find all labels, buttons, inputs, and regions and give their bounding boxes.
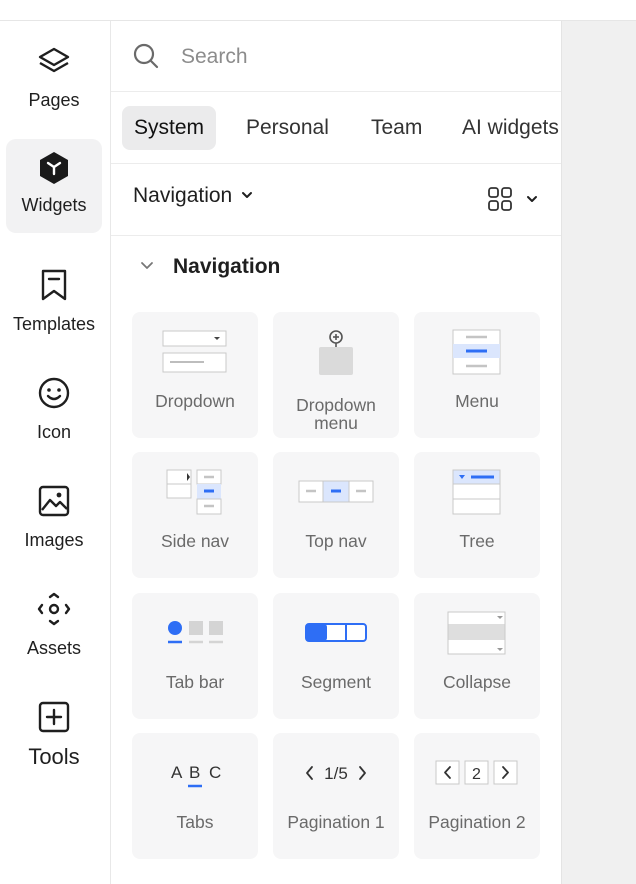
widget-label: Tree [459,531,495,551]
smiley-icon [38,377,70,409]
tab-team[interactable]: Team [359,106,434,150]
widgets-icon [38,152,70,184]
top-nav-widget-icon [273,466,399,518]
rail-item-widgets[interactable]: Widgets [6,139,102,233]
rail-item-label: Tools [28,744,80,769]
tabs-letter-b: B [189,763,200,782]
rail-item-icon[interactable]: Icon [6,356,102,450]
widget-card-segment[interactable]: Segment [273,593,399,719]
left-rail: Pages Widgets Templates Icon Images Asse… [0,21,111,884]
widget-card-tab-bar[interactable]: Tab bar [132,593,258,719]
section-header-navigation[interactable]: Navigation [139,255,280,279]
widget-label: Tab bar [165,672,225,692]
plus-square-icon [38,701,70,733]
pagination2-page: 2 [472,766,481,783]
tab-ai-widgets[interactable]: AI widgets [450,106,561,150]
widget-label: Collapse [442,672,512,692]
collapse-widget-icon [414,607,540,659]
widget-card-tree[interactable]: Tree [414,452,540,578]
rail-item-label: Widgets [21,195,87,215]
section-title: Navigation [173,255,281,278]
tabs-letter-c: C [209,763,221,782]
view-mode-toggle[interactable] [487,186,539,217]
search-input[interactable] [179,39,543,75]
widget-card-side-nav[interactable]: Side nav [132,452,258,578]
widget-label: Menu [455,391,499,411]
search-icon [133,43,159,74]
search-bar [111,21,561,92]
rail-item-images[interactable]: Images [6,464,102,558]
tab-personal[interactable]: Personal [234,106,341,150]
tab-bar-widget-icon [132,607,258,659]
rail-item-label: Templates [12,314,96,334]
segment-widget-icon [273,607,399,659]
widget-card-tabs[interactable]: ABC Tabs [132,733,258,859]
tree-widget-icon [414,466,540,518]
widget-card-pagination-2[interactable]: 2 Pagination 2 [414,733,540,859]
canvas-area [561,21,636,884]
widget-card-collapse[interactable]: Collapse [414,593,540,719]
rail-item-label: Images [24,530,84,550]
widget-card-pagination-1[interactable]: 1/5 Pagination 1 [273,733,399,859]
top-bar [0,0,636,21]
category-bar: Navigation [111,164,561,236]
chevron-down-icon [139,257,155,278]
widget-label: Segment [300,672,372,692]
tab-system[interactable]: System [122,106,217,150]
rail-item-assets[interactable]: Assets [6,572,102,666]
rail-item-tools[interactable]: Tools [6,680,102,774]
category-label: Navigation [133,184,233,207]
side-nav-widget-icon [132,466,258,518]
chevron-down-icon [240,184,254,208]
widget-label: Pagination 1 [287,812,385,832]
rail-item-label: Pages [28,90,80,110]
widget-card-menu[interactable]: Menu [414,312,540,438]
chevron-down-icon [525,192,539,211]
pagination2-widget-icon: 2 [414,747,540,799]
widget-card-top-nav[interactable]: Top nav [273,452,399,578]
rail-item-templates[interactable]: Templates [6,248,102,342]
dropdown-widget-icon [132,326,258,378]
widget-label: Dropdown menu [296,395,376,433]
rail-item-label: Assets [26,638,82,658]
widget-card-dropdown[interactable]: Dropdown [132,312,258,438]
rail-item-label: Icon [36,422,72,442]
widget-card-dropdown-menu[interactable]: Dropdown menu [273,312,399,438]
widget-label: Top nav [305,531,367,551]
image-icon [38,485,70,517]
bookmark-icon [39,269,69,301]
widget-label: Dropdown [155,391,235,411]
category-dropdown[interactable]: Navigation [133,184,254,208]
dropdown-menu-widget-icon [273,326,399,378]
layers-icon [37,46,71,76]
tab-strip: System Personal Team AI widgets [111,92,561,164]
pagination1-widget-icon: 1/5 [273,747,399,799]
menu-widget-icon [414,326,540,378]
tabs-letter-a: A [171,763,183,782]
assets-icon [37,592,71,626]
tabs-widget-icon: ABC [132,747,258,799]
pagination1-text: 1/5 [324,764,348,783]
rail-item-pages[interactable]: Pages [6,24,102,118]
widget-label: Tabs [176,812,214,832]
widget-label: Side nav [160,531,230,551]
widgets-panel: System Personal Team AI widgets Navigati… [111,21,561,884]
widget-label: Pagination 2 [428,812,526,832]
grid-view-icon [487,186,513,217]
